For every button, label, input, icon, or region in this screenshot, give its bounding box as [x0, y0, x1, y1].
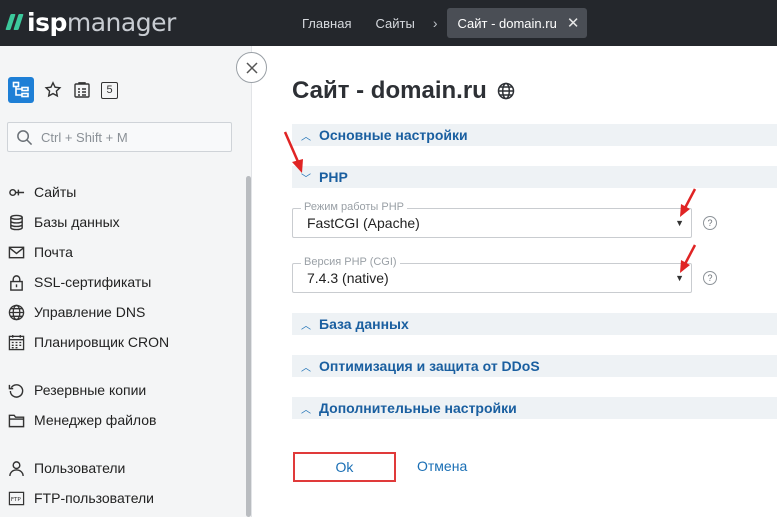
breadcrumb-sites[interactable]: Сайты: [363, 16, 426, 31]
mail-icon: [6, 242, 26, 262]
sidebar-item-label: Пользователи: [34, 460, 126, 476]
sidebar-item-label: SSL-сертификаты: [34, 274, 152, 290]
section-basic-settings[interactable]: ︿ Основные настройки: [292, 124, 777, 146]
php-mode-value: FastCGI (Apache): [307, 215, 420, 231]
database-icon: [6, 212, 26, 232]
logo-manager-text: manager: [66, 7, 176, 37]
tree-menu-icon[interactable]: [8, 77, 34, 103]
page-title-text: Сайт - domain.ru: [292, 77, 487, 104]
php-mode-select[interactable]: Режим работы PHP FastCGI (Apache) ▼: [292, 201, 692, 238]
php-version-label: Версия PHP (CGI): [301, 256, 400, 268]
sidebar: 5 Сайты Базы данных Почта SSL-сертификат…: [0, 46, 252, 517]
php-version-select[interactable]: Версия PHP (CGI) 7.4.3 (native) ▼: [292, 256, 692, 293]
globe-icon: [6, 302, 26, 322]
sidebar-item-file-manager[interactable]: Менеджер файлов: [0, 405, 244, 435]
section-title: База данных: [319, 316, 409, 332]
php-version-help-icon[interactable]: ?: [703, 271, 717, 285]
collapse-sidebar-button[interactable]: [236, 52, 267, 83]
annotation-arrow-icon: [680, 188, 697, 217]
section-title: PHP: [319, 169, 348, 185]
backup-icon: [6, 380, 26, 400]
annotation-arrow-icon: [283, 131, 303, 173]
logo-isp-text: isp: [27, 7, 67, 37]
sidebar-group-divider: [0, 357, 244, 375]
breadcrumb-home[interactable]: Главная: [290, 16, 363, 31]
favorites-star-icon[interactable]: [43, 80, 63, 100]
section-database[interactable]: ︿ База данных: [292, 313, 777, 335]
sidebar-item-ftp-users[interactable]: FTP FTP-пользователи: [0, 483, 244, 513]
chevron-up-icon: ︿: [301, 362, 311, 374]
isp-manager-logo[interactable]: isp manager: [5, 6, 176, 38]
calendar-icon: [6, 332, 26, 352]
section-title: Оптимизация и защита от DDoS: [319, 358, 540, 374]
section-extra-settings[interactable]: ︿ Дополнительные настройки: [292, 397, 777, 419]
sidebar-item-dns[interactable]: Управление DNS: [0, 297, 244, 327]
annotation-arrow-icon: [680, 244, 697, 273]
ok-button[interactable]: Ok: [293, 452, 396, 482]
section-php[interactable]: ﹀ PHP: [292, 166, 777, 188]
section-title: Дополнительные настройки: [319, 400, 517, 416]
notifications-count-badge[interactable]: 5: [101, 81, 118, 99]
globe-icon[interactable]: [497, 82, 515, 100]
sidebar-group-divider: [0, 435, 244, 453]
sites-icon: [6, 182, 26, 202]
breadcrumb-separator-icon: ›: [432, 15, 438, 31]
php-mode-label: Режим работы PHP: [301, 201, 407, 213]
section-ddos[interactable]: ︿ Оптимизация и защита от DDoS: [292, 355, 777, 377]
sidebar-scrollbar[interactable]: [246, 176, 251, 517]
sidebar-item-users[interactable]: Пользователи: [0, 453, 244, 483]
clipboard-list-icon[interactable]: [72, 80, 92, 100]
chevron-up-icon: ︿: [301, 320, 311, 332]
sidebar-item-label: Менеджер файлов: [34, 412, 157, 428]
logo-mark-icon: [5, 14, 24, 30]
cancel-link[interactable]: Отмена: [417, 458, 467, 474]
sidebar-item-ssl[interactable]: SSL-сертификаты: [0, 267, 244, 297]
search-icon: [17, 129, 33, 145]
close-icon: [245, 61, 258, 74]
sidebar-search-input[interactable]: [41, 129, 221, 145]
section-title: Основные настройки: [319, 127, 468, 143]
page-title: Сайт - domain.ru: [292, 77, 515, 105]
sidebar-search[interactable]: [7, 122, 232, 152]
tab-site-domain-label: Сайт - domain.ru: [457, 15, 557, 31]
top-bar: isp manager Главная Сайты › Сайт - domai…: [0, 0, 777, 46]
sidebar-item-backups[interactable]: Резервные копии: [0, 375, 244, 405]
close-tab-icon[interactable]: ✕: [567, 14, 580, 32]
sidebar-item-label: Базы данных: [34, 214, 120, 230]
sidebar-item-cron[interactable]: Планировщик CRON: [0, 327, 244, 357]
sidebar-toolbar: 5: [8, 77, 118, 103]
tab-site-domain[interactable]: Сайт - domain.ru ✕: [447, 8, 588, 38]
user-icon: [6, 458, 26, 478]
sidebar-item-label: Резервные копии: [34, 382, 147, 398]
ftp-icon: FTP: [6, 488, 26, 508]
sidebar-item-mail[interactable]: Почта: [0, 237, 244, 267]
php-mode-help-icon[interactable]: ?: [703, 216, 717, 230]
sidebar-item-sites[interactable]: Сайты: [0, 177, 244, 207]
chevron-up-icon: ︿: [301, 404, 311, 416]
svg-text:FTP: FTP: [10, 496, 21, 502]
php-version-value: 7.4.3 (native): [307, 270, 389, 286]
breadcrumb: Главная Сайты › Сайт - domain.ru ✕: [290, 0, 588, 46]
sidebar-item-label: Почта: [34, 244, 73, 260]
lock-icon: [6, 272, 26, 292]
folder-icon: [6, 410, 26, 430]
sidebar-item-label: FTP-пользователи: [34, 490, 154, 506]
sidebar-item-label: Сайты: [34, 184, 77, 200]
sidebar-item-label: Управление DNS: [34, 304, 146, 320]
sidebar-item-label: Планировщик CRON: [34, 334, 170, 350]
sidebar-nav: Сайты Базы данных Почта SSL-сертификаты …: [0, 177, 244, 513]
sidebar-item-databases[interactable]: Базы данных: [0, 207, 244, 237]
